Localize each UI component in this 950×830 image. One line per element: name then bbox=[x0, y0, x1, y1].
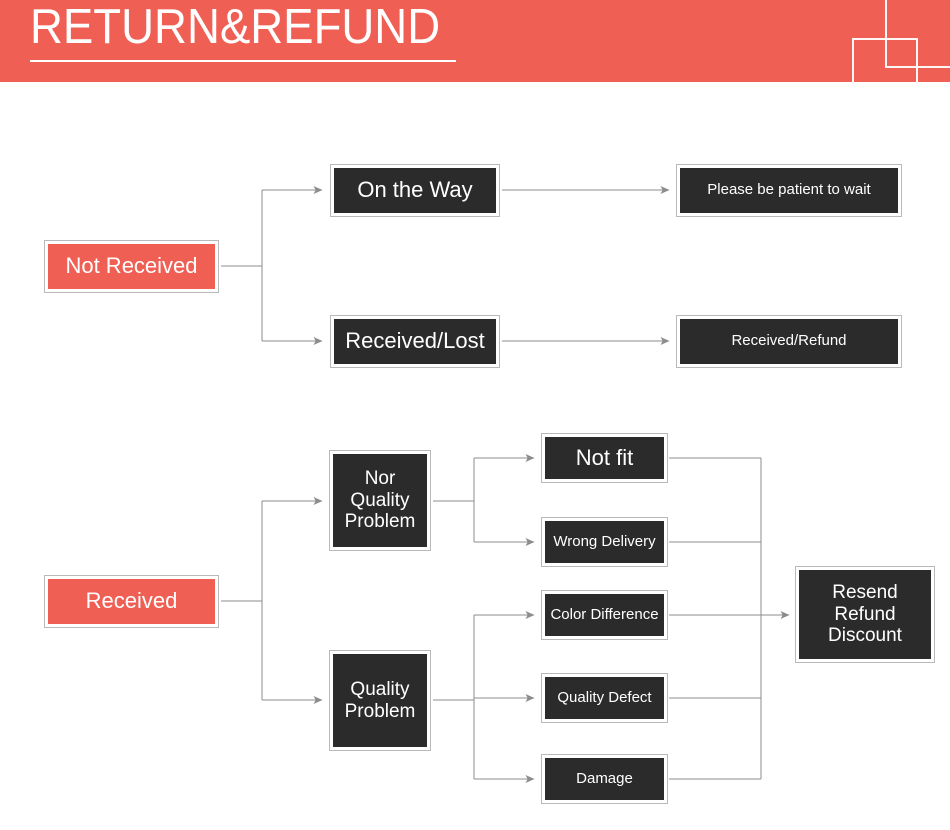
node-on-the-way-label: On the Way bbox=[334, 168, 496, 213]
node-on-the-way[interactable]: On the Way bbox=[330, 164, 500, 217]
connector-lines bbox=[221, 186, 790, 783]
node-resend-refund-discount[interactable]: Resend Refund Discount bbox=[795, 566, 935, 663]
node-received[interactable]: Received bbox=[44, 575, 219, 628]
node-not-fit-label: Not fit bbox=[545, 437, 664, 479]
node-color-difference[interactable]: Color Difference bbox=[541, 590, 668, 640]
node-nor-quality-problem-line-2: Quality bbox=[350, 489, 410, 511]
node-resend-line-3: Discount bbox=[828, 625, 902, 647]
node-resend-refund-discount-label: Resend Refund Discount bbox=[799, 570, 931, 659]
node-please-be-patient-to-wait[interactable]: Please be patient to wait bbox=[676, 164, 902, 217]
node-not-received-label: Not Received bbox=[48, 244, 215, 289]
node-quality-problem-label: Quality Problem bbox=[333, 654, 427, 747]
node-not-received[interactable]: Not Received bbox=[44, 240, 219, 293]
node-quality-problem-line-2: Problem bbox=[344, 700, 416, 722]
node-color-difference-label: Color Difference bbox=[545, 594, 664, 636]
node-damage-label: Damage bbox=[545, 758, 664, 800]
node-resend-line-2: Refund bbox=[834, 603, 896, 625]
node-wrong-delivery-label: Wrong Delivery bbox=[545, 521, 664, 563]
node-please-be-patient-to-wait-label: Please be patient to wait bbox=[680, 168, 898, 213]
node-quality-problem-line-1: Quality bbox=[350, 679, 410, 701]
node-received-label: Received bbox=[48, 579, 215, 624]
node-quality-defect-label: Quality Defect bbox=[545, 677, 664, 719]
node-not-fit[interactable]: Not fit bbox=[541, 433, 668, 483]
node-received-lost-label: Received/Lost bbox=[334, 319, 496, 364]
node-resend-line-1: Resend bbox=[832, 582, 898, 604]
node-nor-quality-problem[interactable]: Nor Quality Problem bbox=[329, 450, 431, 551]
node-quality-defect[interactable]: Quality Defect bbox=[541, 673, 668, 723]
node-damage[interactable]: Damage bbox=[541, 754, 668, 804]
node-wrong-delivery[interactable]: Wrong Delivery bbox=[541, 517, 668, 567]
node-nor-quality-problem-line-1: Nor bbox=[364, 468, 396, 490]
node-received-refund[interactable]: Received/Refund bbox=[676, 315, 902, 368]
node-quality-problem[interactable]: Quality Problem bbox=[329, 650, 431, 751]
node-nor-quality-problem-label: Nor Quality Problem bbox=[333, 454, 427, 547]
node-received-lost[interactable]: Received/Lost bbox=[330, 315, 500, 368]
node-received-refund-label: Received/Refund bbox=[680, 319, 898, 364]
flowchart-canvas: Not Received On the Way Please be patien… bbox=[0, 0, 950, 830]
node-nor-quality-problem-line-3: Problem bbox=[344, 511, 416, 533]
